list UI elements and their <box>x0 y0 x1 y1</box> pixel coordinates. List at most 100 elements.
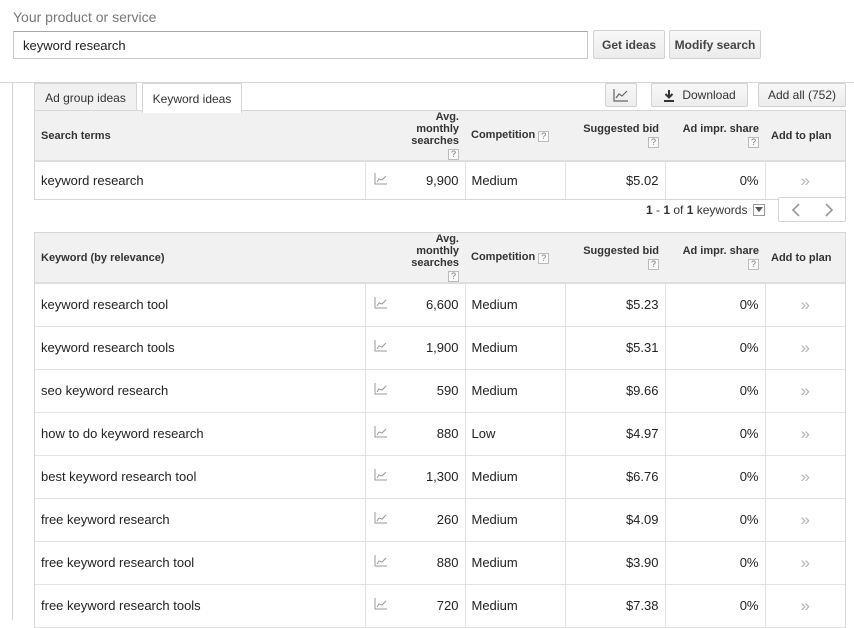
suggested-bid-cell: $3.90 <box>565 541 666 585</box>
ad-impr-share-cell: 0% <box>665 498 766 542</box>
avg-searches-cell: 720 <box>395 584 466 628</box>
ad-impr-share-cell: 0% <box>665 161 766 199</box>
trend-chart-icon[interactable] <box>374 512 388 524</box>
avg-searches-cell: 1,900 <box>395 326 466 370</box>
col-header-avg-monthly-searches[interactable]: Avg. monthly searches ? <box>395 111 465 162</box>
help-icon[interactable]: ? <box>648 259 659 270</box>
add-to-plan-button[interactable]: » <box>765 584 845 628</box>
help-icon[interactable]: ? <box>748 259 759 270</box>
next-page-button[interactable] <box>812 198 845 221</box>
col-header-competition[interactable]: Competition ? <box>465 233 565 284</box>
avg-searches-cell: 880 <box>395 541 466 585</box>
pager-of: of <box>670 203 687 217</box>
col-header-competition[interactable]: Competition ? <box>465 111 565 162</box>
trend-cell[interactable] <box>365 584 395 628</box>
avg-searches-cell: 590 <box>395 369 466 413</box>
ad-impr-share-cell: 0% <box>665 541 766 585</box>
avg-searches-cell: 260 <box>395 498 466 542</box>
help-icon[interactable]: ? <box>648 137 659 148</box>
trend-chart-icon[interactable] <box>374 340 388 352</box>
previous-page-button[interactable] <box>779 198 812 221</box>
keyword-cell: best keyword research tool <box>35 455 366 499</box>
col-header-add-to-plan: Add to plan <box>765 111 845 162</box>
suggested-bid-cell: $4.09 <box>565 498 666 542</box>
add-to-plan-button[interactable]: » <box>765 412 845 456</box>
keyword-cell: free keyword research tools <box>35 584 366 628</box>
trend-cell[interactable] <box>365 455 395 499</box>
ad-impr-share-cell: 0% <box>665 584 766 628</box>
product-service-label: Your product or service <box>13 9 157 25</box>
keyword-cell: keyword research tools <box>35 326 366 370</box>
add-to-plan-button[interactable]: » <box>765 369 845 413</box>
col-header-suggested-bid[interactable]: Suggested bid ? <box>565 111 665 162</box>
trend-cell[interactable] <box>365 161 395 199</box>
competition-cell: Medium <box>465 369 566 413</box>
help-icon[interactable]: ? <box>748 137 759 148</box>
competition-cell: Medium <box>465 283 566 327</box>
get-ideas-button[interactable]: Get ideas <box>593 30 665 59</box>
help-icon[interactable]: ? <box>448 149 459 160</box>
chart-toggle-button[interactable] <box>605 83 637 107</box>
trend-cell[interactable] <box>365 369 395 413</box>
suggested-bid-cell: $7.38 <box>565 584 666 628</box>
add-to-plan-button[interactable]: » <box>765 283 845 327</box>
trend-chart-icon[interactable] <box>374 297 388 309</box>
add-all-button[interactable]: Add all (752) <box>758 83 846 107</box>
ad-impr-share-cell: 0% <box>665 283 766 327</box>
add-to-plan-button[interactable]: » <box>765 541 845 585</box>
keyword-cell: free keyword research <box>35 498 366 542</box>
modify-search-button[interactable]: Modify search <box>669 30 761 59</box>
add-to-plan-button[interactable]: » <box>765 161 845 199</box>
header-text: Suggested bid <box>583 123 659 135</box>
avg-searches-cell: 9,900 <box>395 161 466 199</box>
table-row: free keyword research 260 Medium $4.09 0… <box>35 498 845 542</box>
trend-cell[interactable] <box>365 498 395 542</box>
suggested-bid-cell: $5.31 <box>565 326 666 370</box>
pager-from: 1 <box>646 203 653 217</box>
col-header-suggested-bid[interactable]: Suggested bid ? <box>565 233 665 284</box>
trend-chart-icon[interactable] <box>374 383 388 395</box>
help-icon[interactable]: ? <box>538 131 550 142</box>
rows-per-page-dropdown[interactable] <box>753 204 765 216</box>
header-text: searches <box>411 135 459 147</box>
header-text: Ad impr. share <box>682 123 759 135</box>
trend-cell[interactable] <box>365 541 395 585</box>
col-header-search-terms[interactable]: Search terms <box>35 111 395 162</box>
header-text: Avg. monthly <box>416 233 459 257</box>
col-header-ad-impr-share[interactable]: Ad impr. share ? <box>665 233 765 284</box>
trend-chart-icon[interactable] <box>374 555 388 567</box>
trend-cell[interactable] <box>365 412 395 456</box>
header-text: Ad impr. share <box>682 245 759 257</box>
trend-chart-icon[interactable] <box>374 469 388 481</box>
trend-chart-icon[interactable] <box>374 426 388 438</box>
table-row: how to do keyword research 880 Low $4.97… <box>35 412 845 456</box>
add-to-plan-button[interactable]: » <box>765 455 845 499</box>
col-header-add-to-plan: Add to plan <box>765 233 845 284</box>
trend-chart-icon[interactable] <box>374 173 388 185</box>
search-terms-header-row: Search terms Avg. monthly searches ? Com… <box>35 111 845 162</box>
table-row: best keyword research tool 1,300 Medium … <box>35 455 845 499</box>
product-search-input[interactable] <box>13 31 588 59</box>
col-header-keyword[interactable]: Keyword (by relevance) <box>35 233 395 284</box>
chevron-right-icon <box>824 202 833 217</box>
add-to-plan-button[interactable]: » <box>765 326 845 370</box>
col-header-avg-monthly-searches[interactable]: Avg. monthly searches ? <box>395 233 465 284</box>
help-icon[interactable]: ? <box>538 253 550 264</box>
keyword-cell: keyword research <box>35 161 366 199</box>
trend-cell[interactable] <box>365 326 395 370</box>
download-button[interactable]: Download <box>651 83 748 107</box>
trend-cell[interactable] <box>365 283 395 327</box>
tab-keyword-ideas[interactable]: Keyword ideas <box>142 83 242 113</box>
competition-cell: Medium <box>465 161 566 199</box>
search-terms-table: Search terms Avg. monthly searches ? Com… <box>34 110 846 200</box>
tab-ad-group-ideas[interactable]: Ad group ideas <box>34 83 137 111</box>
suggested-bid-cell: $9.66 <box>565 369 666 413</box>
add-to-plan-button[interactable]: » <box>765 498 845 542</box>
competition-cell: Medium <box>465 326 566 370</box>
help-icon[interactable]: ? <box>448 271 459 282</box>
table-row: keyword research tools 1,900 Medium $5.3… <box>35 326 845 370</box>
col-header-ad-impr-share[interactable]: Ad impr. share ? <box>665 111 765 162</box>
trend-chart-icon[interactable] <box>374 598 388 610</box>
download-label: Download <box>682 88 736 102</box>
keyword-header-row: Keyword (by relevance) Avg. monthly sear… <box>35 233 845 284</box>
